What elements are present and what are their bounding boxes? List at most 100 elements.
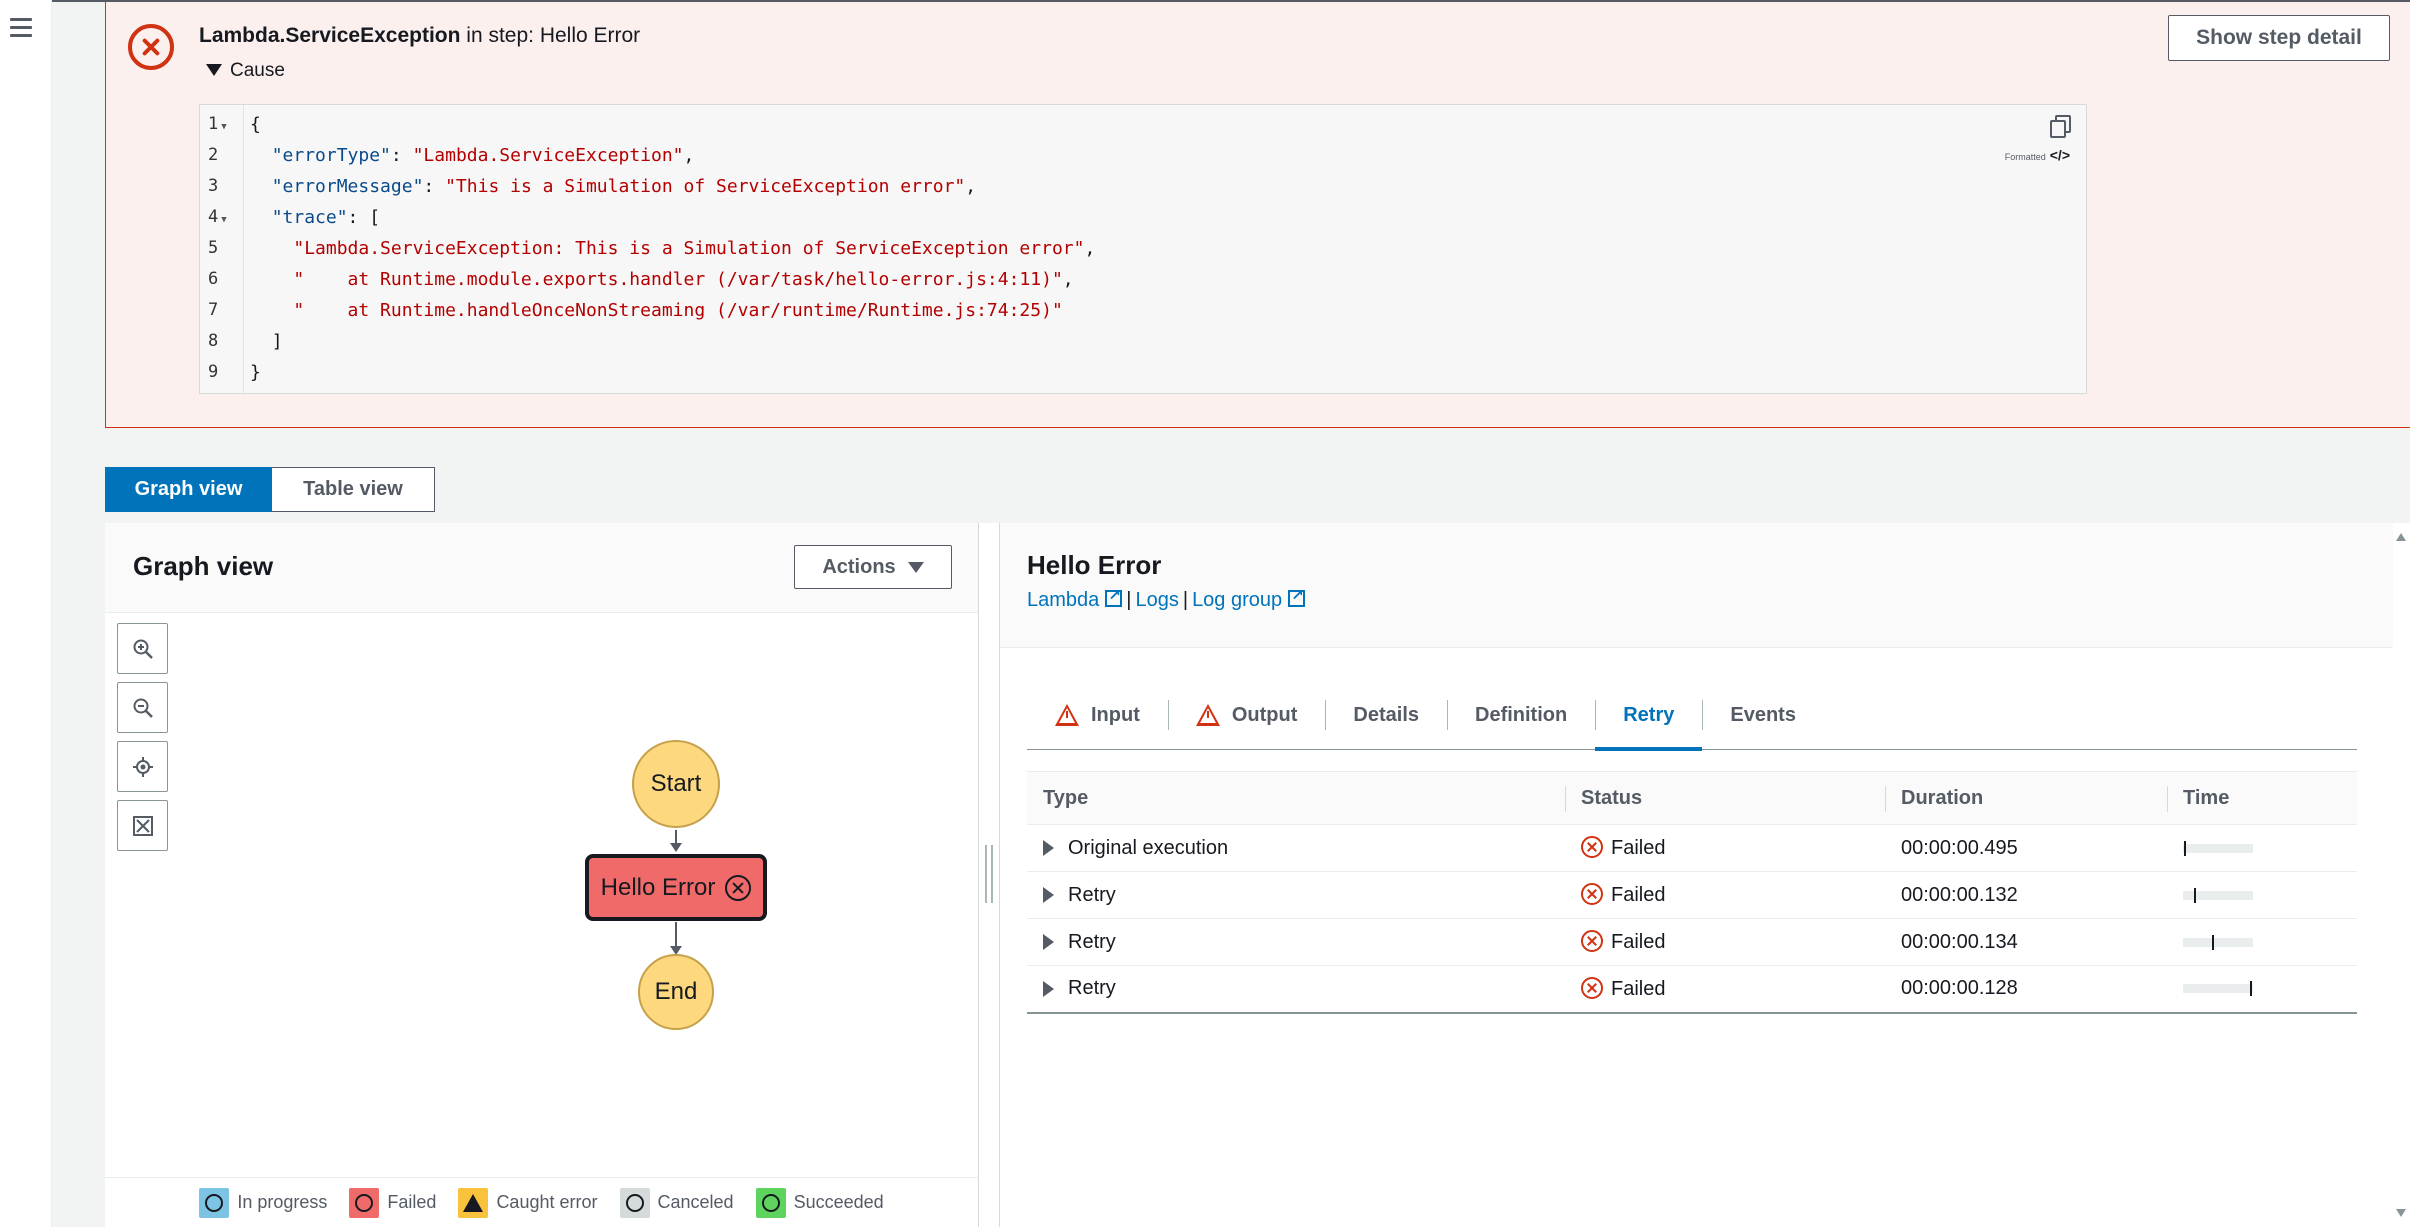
table-row[interactable]: Retry Failed 00:00:00.134: [1027, 918, 2357, 966]
time-bar: [2183, 981, 2253, 997]
panel-resize-handle[interactable]: [978, 523, 1000, 1227]
error-step-text: in step: Hello Error: [460, 24, 641, 47]
column-header-duration: Duration: [1885, 771, 2167, 825]
zoom-out-button[interactable]: [117, 682, 168, 733]
end-node[interactable]: End: [638, 954, 714, 1030]
row-duration: 00:00:00.132: [1885, 871, 2167, 919]
clock-icon: [199, 1187, 230, 1218]
table-view-button[interactable]: Table view: [272, 467, 435, 512]
step-detail-panel: Hello Error Lambda|Logs|Log group Input …: [1000, 523, 2393, 1227]
error-type: Lambda.ServiceException: [199, 24, 461, 47]
cause-code-editor[interactable]: 1 ▼ 2 3 4 ▼ 5 6 7 8 9 { "errorType": "Lambda.Servi…: [199, 104, 2087, 394]
graph-legend: In progress Failed Caught error Canceled…: [105, 1177, 978, 1227]
expand-icon: [133, 816, 153, 836]
row-time: [2167, 824, 2357, 872]
copy-icon[interactable]: [2050, 115, 2071, 138]
row-type[interactable]: Retry: [1027, 871, 1565, 919]
legend-canceled: Canceled: [619, 1187, 734, 1218]
x-circle-icon: [349, 1187, 380, 1218]
zoom-in-button[interactable]: [117, 623, 168, 674]
log-group-link[interactable]: Log group: [1192, 586, 1306, 611]
format-toggle[interactable]: Formatted </>: [2005, 147, 2070, 163]
error-alert: Lambda.ServiceException in step: Hello E…: [105, 2, 2410, 428]
caret-down-icon: [907, 561, 924, 573]
minus-circle-icon: [619, 1187, 650, 1218]
x-circle-icon: [1581, 930, 1603, 952]
logs-link[interactable]: Logs: [1135, 589, 1178, 611]
lambda-link[interactable]: Lambda: [1027, 586, 1123, 611]
drag-grip-icon: [985, 845, 993, 903]
table-row[interactable]: Retry Failed 00:00:00.132: [1027, 871, 2357, 919]
tab-output[interactable]: Output: [1167, 680, 1326, 750]
error-title: Lambda.ServiceException in step: Hello E…: [199, 24, 640, 48]
row-time: [2167, 871, 2357, 919]
cause-toggle[interactable]: Cause: [206, 60, 285, 82]
row-status: Failed: [1565, 871, 1885, 919]
step-title: Hello Error: [1027, 550, 1162, 580]
graph-view-panel: Graph view Actions Start Hello Error End…: [105, 523, 978, 1227]
column-header-type: Type: [1027, 771, 1565, 825]
x-circle-icon: [725, 874, 752, 901]
check-circle-icon: [755, 1187, 786, 1218]
legend-caught-error: Caught error: [458, 1187, 598, 1218]
legend-succeeded: Succeeded: [755, 1187, 884, 1218]
row-status: Failed: [1565, 965, 1885, 1014]
tab-definition[interactable]: Definition: [1447, 680, 1595, 750]
left-nav-bar: [0, 0, 52, 1227]
tab-details[interactable]: Details: [1325, 680, 1447, 750]
crosshair-icon: [133, 757, 153, 777]
caret-right-icon[interactable]: [1043, 887, 1054, 904]
x-circle-icon: [1581, 976, 1603, 999]
center-graph-button[interactable]: [117, 741, 168, 792]
time-bar: [2183, 934, 2253, 950]
caret-down-icon: [206, 63, 222, 76]
caret-right-icon[interactable]: [1043, 934, 1054, 951]
row-time: [2167, 965, 2357, 1014]
fold-toggle-icon[interactable]: ▼: [221, 215, 226, 225]
show-step-detail-button[interactable]: Show step detail: [2168, 15, 2390, 61]
table-header-row: Type Status Duration Time: [1027, 771, 2357, 825]
external-link-icon: [1288, 586, 1306, 607]
warning-icon: [458, 1187, 489, 1218]
row-status: Failed: [1565, 824, 1885, 872]
actions-dropdown-button[interactable]: Actions: [794, 545, 952, 589]
graph-view-button[interactable]: Graph view: [105, 467, 272, 512]
row-type[interactable]: Retry: [1027, 965, 1565, 1014]
column-header-status: Status: [1565, 771, 1885, 825]
hello-error-node[interactable]: Hello Error: [585, 854, 767, 921]
scroll-down-icon[interactable]: [2396, 1209, 2406, 1217]
detail-scrollbar[interactable]: [2393, 523, 2410, 1227]
time-marker: [2211, 934, 2214, 950]
time-marker: [2184, 840, 2187, 856]
warning-icon: [1195, 704, 1220, 726]
zoom-out-icon: [133, 698, 153, 718]
row-type[interactable]: Retry: [1027, 918, 1565, 966]
tab-retry[interactable]: Retry: [1595, 680, 1703, 751]
x-circle-icon: [1581, 883, 1603, 905]
error-circle-icon: [128, 24, 174, 70]
fullscreen-button[interactable]: [117, 800, 168, 851]
time-marker: [2249, 981, 2252, 997]
arrow-icon: [670, 843, 682, 852]
hamburger-menu-icon[interactable]: [10, 18, 32, 42]
caret-right-icon[interactable]: [1043, 980, 1054, 997]
step-links: Lambda|Logs|Log group: [1027, 586, 1306, 612]
tab-events[interactable]: Events: [1702, 680, 1824, 750]
fold-toggle-icon[interactable]: ▼: [221, 122, 226, 132]
table-row[interactable]: Original execution Failed 00:00:00.495: [1027, 824, 2357, 872]
tab-input[interactable]: Input: [1027, 680, 1168, 750]
legend-failed: Failed: [349, 1187, 436, 1218]
warning-icon: [1055, 704, 1079, 726]
graph-edge: [675, 922, 677, 948]
caret-right-icon[interactable]: [1043, 840, 1054, 857]
legend-in-progress: In progress: [199, 1187, 327, 1218]
row-duration: 00:00:00.495: [1885, 824, 2167, 872]
row-type[interactable]: Original execution: [1027, 824, 1565, 872]
graph-panel-header: Graph view Actions: [105, 523, 978, 613]
retry-table: Type Status Duration Time Original execu…: [1027, 771, 2357, 1014]
row-status: Failed: [1565, 918, 1885, 966]
scroll-up-icon[interactable]: [2396, 533, 2406, 541]
start-node[interactable]: Start: [632, 740, 720, 828]
cause-label: Cause: [230, 60, 285, 81]
table-row[interactable]: Retry Failed 00:00:00.128: [1027, 965, 2357, 1014]
